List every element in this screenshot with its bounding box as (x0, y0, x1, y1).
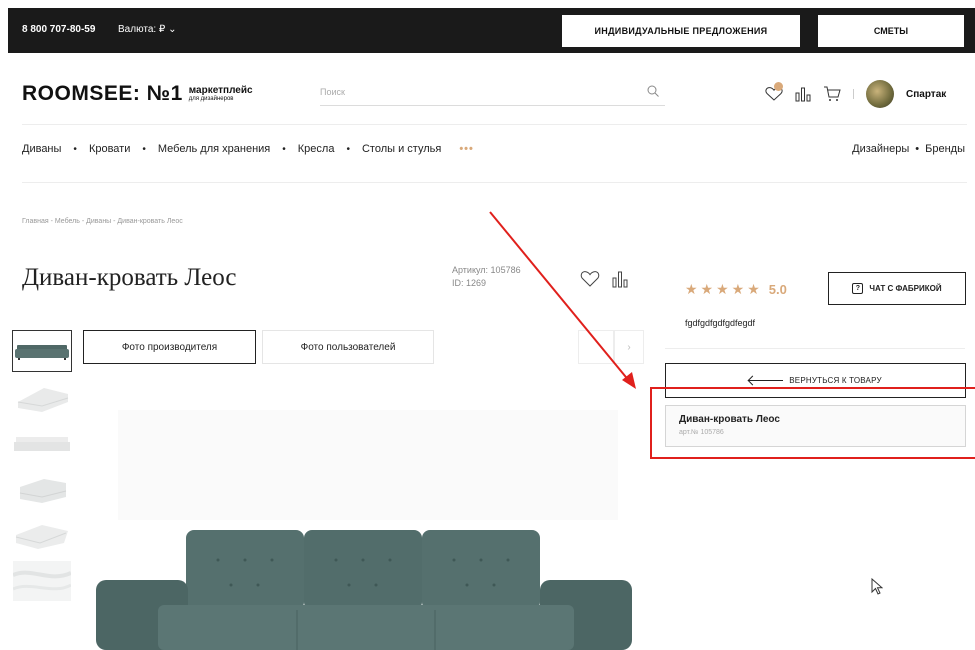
nav-dot: • (142, 143, 146, 155)
search-icon[interactable] (647, 85, 659, 97)
logo-tagline-1: маркетплейс (188, 85, 253, 96)
nav-item-brands[interactable]: Бренды (925, 143, 965, 155)
gallery-prev-button[interactable] (578, 330, 614, 364)
mouse-cursor-icon (871, 578, 883, 596)
logo-tagline: маркетплейс для дизайнеров (188, 85, 253, 103)
header-actions: Спартак (765, 80, 946, 108)
nav-item-armchairs[interactable]: Кресла (298, 143, 335, 155)
breadcrumb[interactable]: Главная - Мебель - Диваны - Диван-кроват… (22, 218, 183, 225)
category-nav: Диваны • Кровати • Мебель для хранения •… (22, 143, 474, 155)
arrow-left-icon (749, 380, 784, 381)
page-title: Диван-кровать Леос (22, 264, 237, 291)
thumbnail-sofa-open[interactable] (12, 468, 72, 510)
logo[interactable]: ROOMSEE: №1 маркетплейс для дизайнеров (22, 82, 253, 106)
product-codes: Артикул: 105786 ID: 1269 (452, 264, 521, 290)
favorites-heart-icon[interactable] (765, 82, 783, 102)
nav-divider (22, 182, 967, 183)
nav-item-tables-chairs[interactable]: Столы и стулья (362, 143, 441, 155)
rating-score: 5.0 (768, 282, 787, 297)
product-description: fgdfgdfgdfgdfegdf (685, 318, 756, 328)
thumbnail-list (12, 330, 72, 606)
back-label: ВЕРНУТЬСЯ К ТОВАРУ (789, 376, 882, 385)
gallery-next-button[interactable]: › (614, 330, 644, 364)
nav-item-sofas[interactable]: Диваны (22, 143, 61, 155)
favorites-badge (774, 82, 783, 91)
annotation-highlight-box (650, 387, 975, 459)
add-to-favorites-heart-icon[interactable] (580, 270, 600, 288)
product-id: ID: 1269 (452, 278, 487, 288)
search-bar (320, 82, 665, 106)
compare-icon[interactable] (795, 86, 811, 102)
thumbnail-sofa-side[interactable] (12, 422, 72, 464)
chat-with-factory-button[interactable]: ? ЧАТ С ФАБРИКОЙ (828, 272, 966, 305)
chat-label: ЧАТ С ФАБРИКОЙ (869, 284, 942, 293)
estimates-button[interactable]: СМЕТЫ (818, 15, 964, 47)
currency-selector[interactable]: Валюта: ₽ ⌄ (118, 24, 176, 35)
nav-item-beds[interactable]: Кровати (89, 143, 130, 155)
header-divider (22, 124, 967, 125)
question-icon: ? (852, 283, 864, 294)
nav-more-button[interactable]: ••• (459, 143, 474, 155)
phone-number[interactable]: 8 800 707-80-59 (22, 24, 95, 35)
individual-offers-button[interactable]: ИНДИВИДУАЛЬНЫЕ ПРЕДЛОЖЕНИЯ (562, 15, 800, 47)
rating-stars: ★★★★★ (685, 281, 763, 297)
add-to-compare-icon[interactable] (612, 270, 628, 288)
logo-text: ROOMSEE: №1 (22, 82, 183, 105)
side-divider (665, 348, 965, 349)
top-bar: 8 800 707-80-59 Валюта: ₽ ⌄ ИНДИВИДУАЛЬН… (0, 0, 975, 62)
search-input[interactable] (320, 82, 620, 102)
nav-dot: • (915, 143, 920, 155)
main-product-image[interactable] (88, 400, 644, 650)
thumbnail-sofa-bed[interactable] (12, 514, 72, 556)
tab-user-photos[interactable]: Фото пользователей (262, 330, 434, 364)
nav-dot: • (346, 143, 350, 155)
user-name[interactable]: Спартак (906, 89, 946, 100)
user-avatar[interactable] (866, 80, 894, 108)
thumbnail-fabric[interactable] (12, 560, 72, 602)
nav-right: Дизайнеры • Бренды (852, 143, 965, 155)
nav-dot: • (73, 143, 77, 155)
header-separator (853, 89, 854, 99)
article-number: Артикул: 105786 (452, 265, 521, 275)
logo-tagline-2: для дизайнеров (188, 96, 234, 102)
top-bar-inner: 8 800 707-80-59 Валюта: ₽ ⌄ ИНДИВИДУАЛЬН… (8, 8, 975, 53)
cart-icon[interactable] (823, 86, 841, 102)
thumbnail-sofa-angle[interactable] (12, 376, 72, 418)
nav-item-designers[interactable]: Дизайнеры (852, 143, 909, 155)
nav-dot: • (282, 143, 286, 155)
nav-item-storage[interactable]: Мебель для хранения (158, 143, 270, 155)
tab-manufacturer-photos[interactable]: Фото производителя (83, 330, 256, 364)
product-rating: ★★★★★ 5.0 (685, 281, 787, 298)
thumbnail-sofa-front[interactable] (12, 330, 72, 372)
